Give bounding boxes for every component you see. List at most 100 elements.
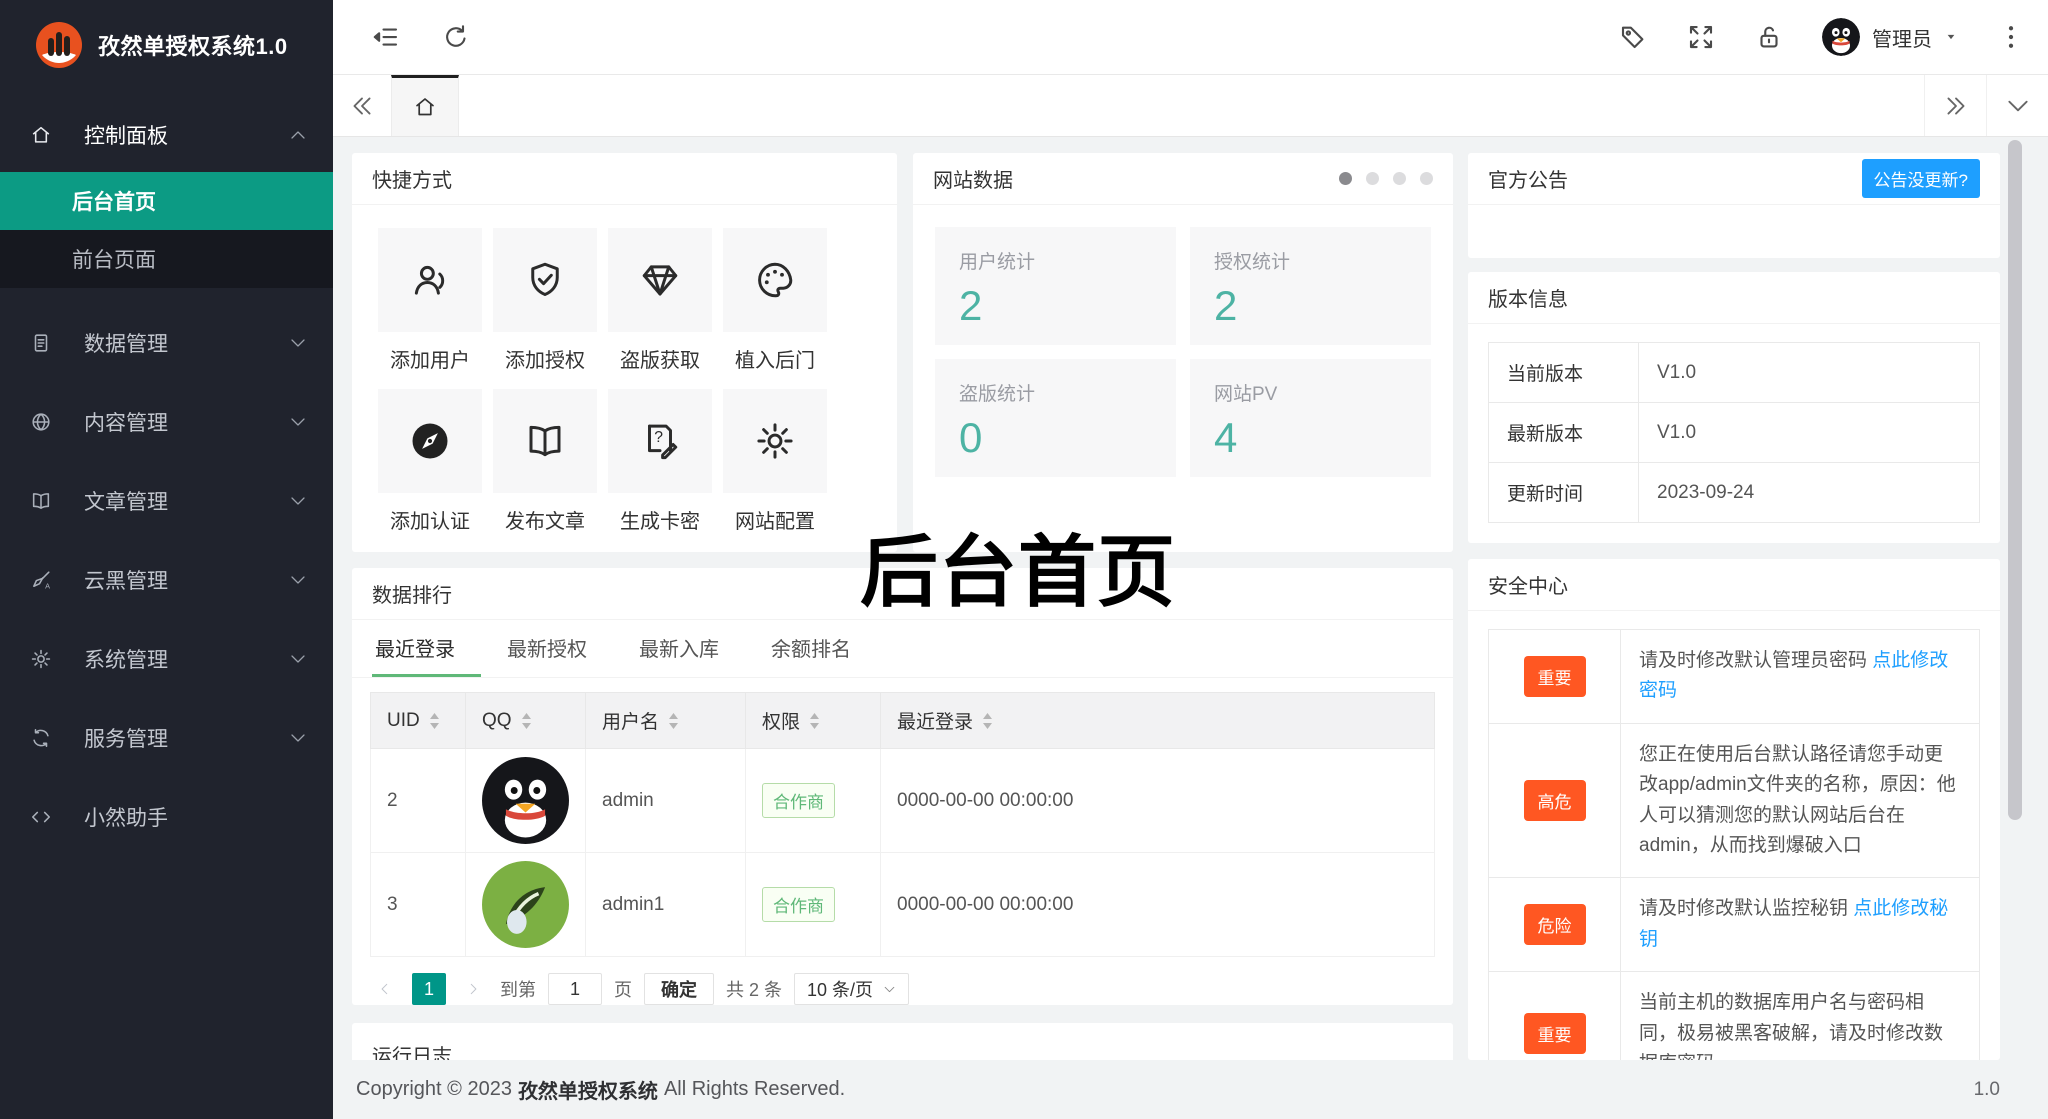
fullscreen-icon[interactable] bbox=[1686, 22, 1716, 52]
security-card: 安全中心 重要 请及时修改默认管理员密码 点此修改密码 高危 您正在使用后台默认… bbox=[1468, 559, 2000, 1060]
tabs-menu[interactable] bbox=[1986, 75, 2048, 136]
carousel-dot[interactable] bbox=[1339, 172, 1352, 185]
quick-action-label: 网站配置 bbox=[735, 511, 815, 533]
ranking-tab[interactable]: 最新授权 bbox=[481, 620, 613, 677]
security-row: 危险 请及时修改默认监控秘钥 点此修改秘钥 bbox=[1488, 877, 1980, 973]
sidebar-item[interactable]: 文章管理 bbox=[0, 472, 333, 530]
carousel-dots bbox=[1339, 172, 1433, 185]
gear-icon bbox=[30, 648, 52, 670]
version-row: 当前版本 V1.0 bbox=[1488, 342, 1980, 403]
sort-icon[interactable] bbox=[429, 712, 440, 729]
panel-title: 官方公告 bbox=[1488, 170, 1568, 192]
announcement-refresh-button[interactable]: 公告没更新? bbox=[1861, 159, 1980, 198]
per-page-select[interactable]: 10 条/页 bbox=[794, 973, 910, 1005]
carousel-dot[interactable] bbox=[1420, 172, 1433, 185]
column-header[interactable]: 权限 bbox=[745, 692, 881, 749]
kebab-menu-icon[interactable] bbox=[1996, 22, 2026, 52]
chevron-down-icon bbox=[289, 729, 307, 747]
quick-action-label: 植入后门 bbox=[735, 350, 815, 372]
stat-value: 2 bbox=[1214, 282, 1238, 329]
sidebar-item[interactable]: A 云黑管理 bbox=[0, 551, 333, 609]
chevron-up-icon bbox=[289, 126, 307, 144]
quick-action[interactable]: 添加认证 bbox=[378, 389, 482, 534]
quick-action-label: 生成卡密 bbox=[620, 511, 700, 533]
sidebar-item[interactable]: 小然助手 bbox=[0, 788, 333, 846]
quick-action-label: 盗版获取 bbox=[620, 350, 700, 372]
qq-dark-avatar bbox=[482, 757, 569, 844]
next-page-button[interactable] bbox=[458, 973, 488, 1005]
column-header[interactable]: 最近登录 bbox=[880, 692, 1435, 749]
tabs-scroll-left[interactable] bbox=[333, 75, 391, 136]
sidebar-item[interactable]: 内容管理 bbox=[0, 393, 333, 451]
confirm-button[interactable]: 确定 bbox=[644, 973, 714, 1005]
sort-icon[interactable] bbox=[668, 712, 679, 729]
quick-action[interactable]: 添加授权 bbox=[493, 228, 597, 373]
carousel-dot[interactable] bbox=[1393, 172, 1406, 185]
footer-version: 1.0 bbox=[1973, 1078, 2000, 1100]
stat-label: 用户统计 bbox=[959, 252, 1036, 273]
username: 管理员 bbox=[1872, 28, 1932, 51]
version-card: 版本信息 当前版本 V1.0 最新版本 V1.0 更新时间 2023-09-24 bbox=[1468, 272, 2000, 543]
sidebar-item[interactable]: 数据管理 bbox=[0, 314, 333, 372]
quick-actions-card: 快捷方式 添加用户 添加授权 盗版获取 植入后门 添加认证 发布文章 ? 生成卡… bbox=[352, 153, 897, 552]
ranking-tab[interactable]: 余额排名 bbox=[745, 620, 877, 677]
home-icon bbox=[413, 95, 437, 119]
quick-action[interactable]: 盗版获取 bbox=[608, 228, 712, 373]
goto-page-input[interactable] bbox=[548, 973, 602, 1005]
security-row: 重要 当前主机的数据库用户名与密码相同，极易被黑客破解，请及时修改数据库密码 bbox=[1488, 971, 1980, 1060]
sidebar-subitem[interactable]: 前台页面 bbox=[0, 230, 333, 288]
column-header[interactable]: 用户名 bbox=[585, 692, 746, 749]
security-row: 高危 您正在使用后台默认路径请您手动更改app/admin文件夹的名称，原因：他… bbox=[1488, 722, 1980, 879]
security-row: 重要 请及时修改默认管理员密码 点此修改密码 bbox=[1488, 629, 1980, 724]
table-row: 2 admin 合作商 0000-00-00 00:00:00 bbox=[370, 748, 1435, 853]
column-header[interactable]: QQ bbox=[465, 692, 586, 749]
version-row-label: 更新时间 bbox=[1488, 462, 1639, 523]
svg-text:A: A bbox=[45, 581, 50, 590]
role-badge: 合作商 bbox=[762, 783, 835, 818]
compass-icon bbox=[409, 420, 451, 462]
table-row: 3 admin1 合作商 0000-00-00 00:00:00 bbox=[370, 852, 1435, 957]
quick-action[interactable]: 发布文章 bbox=[493, 389, 597, 534]
severity-badge: 高危 bbox=[1523, 780, 1586, 822]
sort-icon[interactable] bbox=[521, 712, 532, 729]
tag-icon[interactable] bbox=[1618, 22, 1648, 52]
quick-action[interactable]: 添加用户 bbox=[378, 228, 482, 373]
quick-action[interactable]: 植入后门 bbox=[723, 228, 827, 373]
tabs-scroll-right[interactable] bbox=[1924, 75, 1986, 136]
sort-icon[interactable] bbox=[809, 712, 820, 729]
sidebar-item[interactable]: 服务管理 bbox=[0, 709, 333, 767]
lock-icon[interactable] bbox=[1754, 22, 1784, 52]
carousel-dot[interactable] bbox=[1366, 172, 1379, 185]
book-open-icon bbox=[524, 420, 566, 462]
content: 快捷方式 添加用户 添加授权 盗版获取 植入后门 添加认证 发布文章 ? 生成卡… bbox=[333, 137, 2048, 1119]
ranking-tabs: 最近登录 最新授权 最新入库 余额排名 bbox=[352, 620, 1453, 678]
sidebar-section: A 云黑管理 bbox=[0, 551, 333, 609]
stat-label: 网站PV bbox=[1214, 384, 1278, 405]
refresh-icon[interactable] bbox=[441, 22, 471, 52]
sort-icon[interactable] bbox=[982, 712, 993, 729]
tab-home[interactable] bbox=[391, 75, 459, 136]
quick-action[interactable]: ? 生成卡密 bbox=[608, 389, 712, 534]
sidebar-subitem[interactable]: 后台首页 bbox=[0, 172, 333, 230]
user-menu[interactable]: 管理员 bbox=[1822, 18, 1958, 56]
scrollbar-thumb[interactable] bbox=[2008, 140, 2022, 820]
service-icon bbox=[30, 727, 52, 749]
announcement-card: 官方公告 公告没更新? bbox=[1468, 153, 2000, 258]
page-button[interactable]: 1 bbox=[412, 973, 446, 1005]
severity-badge: 重要 bbox=[1523, 1013, 1586, 1055]
collapse-menu-icon[interactable] bbox=[371, 22, 401, 52]
stat-value: 0 bbox=[959, 414, 983, 461]
version-row-value: V1.0 bbox=[1638, 402, 1980, 463]
app-logo-icon bbox=[36, 22, 82, 68]
palette-icon bbox=[754, 259, 796, 301]
sidebar-nav: 控制面板 后台首页 前台页面 数据管理 内容管理 文章管理 A 云黑管理 系统管… bbox=[0, 106, 333, 846]
ranking-tab[interactable]: 最近登录 bbox=[372, 620, 481, 677]
column-header[interactable]: UID bbox=[370, 692, 466, 749]
ranking-tab[interactable]: 最新入库 bbox=[613, 620, 745, 677]
sidebar-item[interactable]: 系统管理 bbox=[0, 630, 333, 688]
sidebar-item[interactable]: 控制面板 bbox=[0, 106, 333, 164]
prev-page-button[interactable] bbox=[370, 973, 400, 1005]
quick-action[interactable]: 网站配置 bbox=[723, 389, 827, 534]
chevron-down-icon bbox=[2005, 93, 2031, 119]
svg-text:?: ? bbox=[654, 429, 663, 446]
